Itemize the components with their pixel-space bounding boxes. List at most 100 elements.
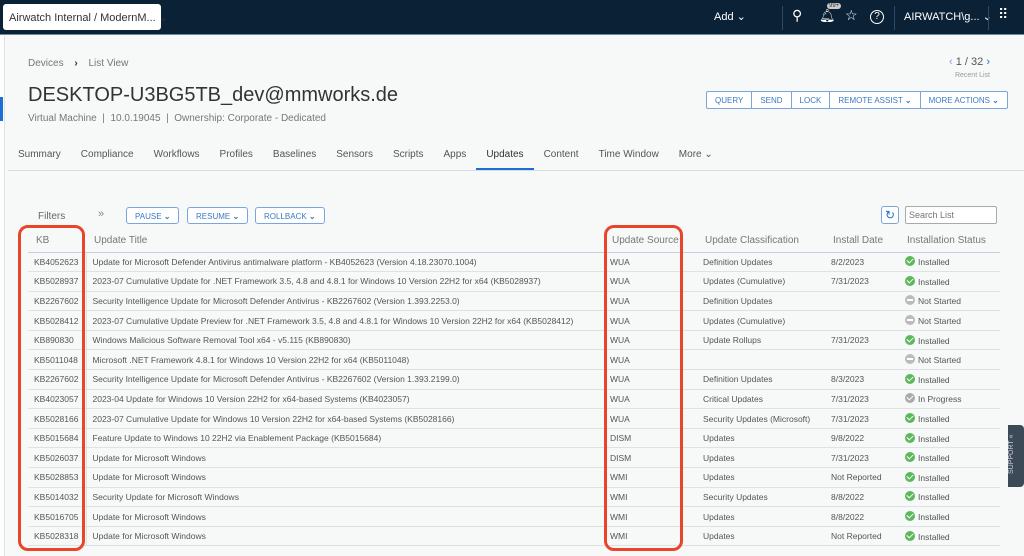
cell-install-date: Not Reported bbox=[825, 467, 899, 488]
column-header-update-classification[interactable]: Update Classification bbox=[697, 229, 825, 253]
cell-update-classification: Security Updates (Microsoft) bbox=[697, 408, 825, 429]
table-row[interactable]: KB5015684 Feature Update to Windows 10 22… bbox=[28, 428, 1000, 449]
search-icon[interactable]: ⚲ bbox=[792, 7, 802, 24]
cell-update-classification: Definition Updates bbox=[697, 252, 825, 273]
rollback-button[interactable]: ROLLBACK ⌄ bbox=[255, 207, 325, 224]
chevron-down-icon: ⌄ bbox=[704, 149, 713, 160]
table-row[interactable]: KB4052623 Update for Microsoft Defender A… bbox=[28, 252, 1000, 273]
status-ip-icon bbox=[905, 393, 915, 404]
cell-install-date: 7/31/2023 bbox=[825, 271, 899, 292]
cell-update-title: Microsoft .NET Framework 4.8.1 for Windo… bbox=[86, 349, 604, 371]
cell-update-classification: Definition Updates bbox=[697, 291, 825, 312]
status-text: Installed bbox=[918, 414, 950, 425]
action-buttons: QUERY SEND LOCK REMOTE ASSIST ⌄ MORE ACT… bbox=[706, 91, 1008, 109]
cell-installation-status: Installed bbox=[899, 330, 1000, 351]
resume-button[interactable]: RESUME ⌄ bbox=[187, 207, 249, 224]
tab-time-window[interactable]: Time Window bbox=[589, 140, 669, 170]
divider bbox=[782, 6, 783, 30]
column-header-install-date[interactable]: Install Date bbox=[825, 229, 899, 253]
tab-apps[interactable]: Apps bbox=[434, 140, 477, 170]
status-ok-icon bbox=[905, 530, 915, 541]
add-menu[interactable]: Add ⌄ bbox=[714, 10, 746, 23]
table-row[interactable]: KB5028412 2023-07 Cumulative Update Previ… bbox=[28, 310, 1000, 331]
filters-label[interactable]: Filters bbox=[38, 211, 65, 222]
table-row[interactable]: KB2267602 Security Intelligence Update fo… bbox=[28, 369, 1000, 390]
cell-installation-status: Not Started bbox=[899, 310, 1000, 331]
status-ok-icon bbox=[905, 432, 915, 443]
table-row[interactable]: KB2267602 Security Intelligence Update fo… bbox=[28, 291, 1000, 312]
support-tab[interactable]: SUPPORT « bbox=[1008, 425, 1024, 487]
help-icon[interactable]: ? bbox=[870, 10, 884, 24]
cell-update-title: 2023-07 Cumulative Update for Windows 10… bbox=[86, 408, 604, 429]
refresh-icon[interactable]: ↻ bbox=[881, 206, 899, 224]
cell-installation-status: Installed bbox=[899, 506, 1000, 527]
table-row[interactable]: KB5011048 Microsoft .NET Framework 4.8.1 … bbox=[28, 349, 1000, 371]
status-ok-icon bbox=[905, 491, 915, 502]
expand-filters-icon[interactable]: » bbox=[98, 208, 104, 220]
pause-button[interactable]: PAUSE ⌄ bbox=[126, 207, 180, 224]
cell-install-date bbox=[825, 310, 899, 331]
table-row[interactable]: KB5014032 Security Update for Microsoft W… bbox=[28, 487, 1000, 508]
breadcrumb-list-view[interactable]: List View bbox=[88, 58, 128, 69]
remote-assist-button[interactable]: REMOTE ASSIST ⌄ bbox=[830, 92, 921, 108]
cell-update-title: 2023-07 Cumulative Update for .NET Frame… bbox=[86, 271, 604, 292]
cell-install-date: 7/31/2023 bbox=[825, 389, 899, 410]
column-header-installation-status[interactable]: Installation Status bbox=[899, 229, 1000, 253]
status-text: Installed bbox=[918, 531, 950, 542]
lock-button[interactable]: LOCK bbox=[792, 92, 831, 108]
search-input[interactable] bbox=[905, 206, 997, 224]
cell-update-classification: Security Updates bbox=[697, 487, 825, 508]
table-row[interactable]: KB5028318 Update for Microsoft Windows WMI… bbox=[28, 526, 1000, 547]
star-icon[interactable]: ☆ bbox=[845, 7, 858, 24]
send-button[interactable]: SEND bbox=[752, 92, 792, 108]
cell-update-title: Windows Malicious Software Removal Tool … bbox=[86, 330, 604, 351]
table-row[interactable]: KB890830 Windows Malicious Software Remov… bbox=[28, 330, 1000, 351]
tab-scripts[interactable]: Scripts bbox=[383, 140, 434, 170]
cell-update-title: 2023-04 Update for Windows 10 Version 22… bbox=[86, 389, 604, 410]
org-selector[interactable]: Airwatch Internal / ModernM... ⌄ bbox=[3, 4, 168, 30]
user-menu[interactable]: AIRWATCH\g... ⌄ bbox=[904, 10, 992, 23]
status-text: Installed bbox=[918, 433, 950, 444]
prev-icon[interactable]: ‹ bbox=[949, 56, 953, 68]
top-bar: Airwatch Internal / ModernM... ⌄ Add ⌄ ⚲… bbox=[0, 0, 1024, 35]
cell-install-date: Not Reported bbox=[825, 526, 899, 547]
tab-compliance[interactable]: Compliance bbox=[71, 140, 144, 170]
table-row[interactable]: KB5028853 Update for Microsoft Windows WMI… bbox=[28, 467, 1000, 488]
tab-label: More bbox=[678, 149, 702, 160]
table-row[interactable]: KB5026037 Update for Microsoft Windows DIS… bbox=[28, 447, 1000, 469]
column-header-update-title[interactable]: Update Title bbox=[86, 229, 604, 253]
more-actions-label: MORE ACTIONS bbox=[928, 96, 990, 105]
tab-updates[interactable]: Updates bbox=[476, 140, 534, 170]
status-text: Installed bbox=[918, 335, 950, 346]
bell-icon[interactable]: 🔔︎ 99+ bbox=[819, 3, 842, 24]
table-row[interactable]: KB5028166 2023-07 Cumulative Update for W… bbox=[28, 408, 1000, 429]
cell-update-classification: Updates bbox=[697, 428, 825, 449]
cell-install-date: 7/31/2023 bbox=[825, 330, 899, 351]
status-text: In Progress bbox=[918, 394, 962, 405]
status-ns-icon bbox=[905, 315, 915, 326]
pause-label: PAUSE bbox=[135, 212, 162, 221]
table-row[interactable]: KB5016705 Update for Microsoft Windows WMI… bbox=[28, 506, 1000, 527]
table-row[interactable]: KB4023057 2023-04 Update for Windows 10 V… bbox=[28, 389, 1000, 410]
status-ok-icon bbox=[905, 511, 915, 522]
tab-workflows[interactable]: Workflows bbox=[144, 140, 210, 170]
cell-update-title: Update for Microsoft Windows bbox=[86, 526, 604, 547]
cell-update-title: Security Intelligence Update for Microso… bbox=[86, 291, 604, 312]
notification-badge: 99+ bbox=[827, 3, 842, 9]
tab-sensors[interactable]: Sensors bbox=[326, 140, 383, 170]
next-icon[interactable]: › bbox=[986, 56, 990, 68]
more-actions-button[interactable]: MORE ACTIONS ⌄ bbox=[921, 92, 1007, 108]
cell-update-title: Feature Update to Windows 10 22H2 via En… bbox=[86, 428, 604, 449]
cell-installation-status: Installed bbox=[899, 467, 1000, 488]
status-text: Installed bbox=[918, 472, 950, 483]
tab-profiles[interactable]: Profiles bbox=[210, 140, 263, 170]
cell-install-date: 8/8/2022 bbox=[825, 506, 899, 527]
app-grid-icon[interactable]: ⠿ bbox=[998, 6, 1008, 23]
tab-more[interactable]: More ⌄ bbox=[669, 140, 723, 170]
tab-content[interactable]: Content bbox=[534, 140, 589, 170]
breadcrumb-devices[interactable]: Devices bbox=[28, 58, 64, 69]
tab-summary[interactable]: Summary bbox=[8, 140, 71, 170]
tab-baselines[interactable]: Baselines bbox=[263, 140, 326, 170]
table-row[interactable]: KB5028937 2023-07 Cumulative Update for .… bbox=[28, 271, 1000, 292]
query-button[interactable]: QUERY bbox=[707, 92, 753, 108]
